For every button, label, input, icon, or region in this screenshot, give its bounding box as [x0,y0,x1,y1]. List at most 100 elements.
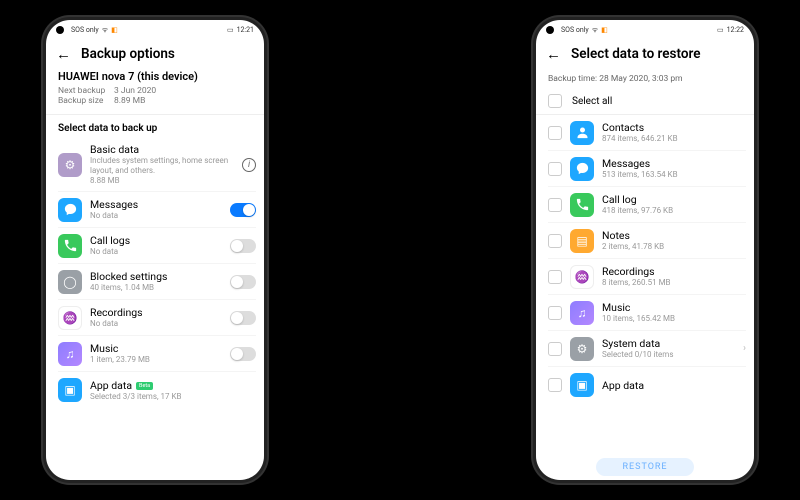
row-checkbox[interactable] [548,198,562,212]
music-icon: ♫ [570,301,594,325]
section-title: Select data to back up [46,115,264,138]
row-title: Recordings [90,306,222,319]
messages-icon [570,157,594,181]
row-title: Messages [602,157,746,170]
row-checkbox[interactable] [548,162,562,176]
clock-label: 12:22 [727,26,744,34]
row-notes[interactable]: ▤ Notes 2 items, 41.78 KB [548,223,746,259]
row-call-logs[interactable]: Call logs No data [58,228,256,264]
select-all-label: Select all [572,96,612,107]
row-music[interactable]: ♫ Music 10 items, 165.42 MB [548,295,746,331]
back-icon[interactable]: ← [546,47,561,62]
phone-icon [58,234,82,258]
row-sub: No data [90,319,222,329]
row-title: Call log [602,193,746,206]
row-title: Call logs [90,234,222,247]
restore-data-screen: SOS onlyᯤ◧ ▭12:22 ← Select data to resto… [536,20,754,480]
header: ← Backup options [46,40,264,70]
app-data-icon: ▣ [58,378,82,402]
settings-icon: ⚙ [58,153,82,177]
chevron-right-icon: › [743,343,746,354]
row-checkbox[interactable] [548,126,562,140]
row-basic-data[interactable]: ⚙ Basic data Includes system settings, h… [58,138,256,192]
row-sub: Includes system settings, home screen la… [90,156,234,176]
clock-label: 12:21 [237,26,254,34]
row-app-data[interactable]: ▣ App data [548,367,746,403]
next-backup-label: Next backup [58,86,110,96]
recordings-icon: ♒ [58,306,82,330]
messages-toggle[interactable] [230,203,256,217]
row-title: Messages [90,198,222,211]
row-title: System data [602,337,735,350]
row-size: 8.88 MB [90,176,234,186]
system-data-icon: ⚙ [570,337,594,361]
select-all-row[interactable]: Select all [536,90,754,115]
status-bar: SOS onlyᯤ◧ ▭12:22 [536,20,754,40]
beta-badge: Beta [136,382,153,390]
row-music[interactable]: ♫ Music 1 item, 23.79 MB [58,336,256,372]
contacts-icon [570,121,594,145]
backup-options-screen: SOS onlyᯤ◧ ▭12:21 ← Backup options HUAWE… [46,20,264,480]
row-contacts[interactable]: Contacts 874 items, 646.21 KB [548,115,746,151]
front-camera-icon [56,26,64,34]
page-title: Select data to restore [571,46,701,62]
row-title: Music [602,301,746,314]
notes-icon: ▤ [570,229,594,253]
restore-button[interactable]: RESTORE [596,458,693,476]
row-blocked-settings[interactable]: ◯ Blocked settings 40 items, 1.04 MB [58,264,256,300]
row-recordings[interactable]: ♒ Recordings No data [58,300,256,336]
page-title: Backup options [81,46,175,62]
row-sub: 2 items, 41.78 KB [602,242,746,252]
row-sub: 8 items, 260.51 MB [602,278,746,288]
row-checkbox[interactable] [548,234,562,248]
row-checkbox[interactable] [548,270,562,284]
recordings-toggle[interactable] [230,311,256,325]
row-sub: 1 item, 23.79 MB [90,355,222,365]
info-icon[interactable]: i [242,158,256,172]
music-toggle[interactable] [230,347,256,361]
app-data-icon: ▣ [570,373,594,397]
front-camera-icon [546,26,554,34]
row-sub: 40 items, 1.04 MB [90,283,222,293]
backup-list: ⚙ Basic data Includes system settings, h… [46,138,264,408]
row-sub: 10 items, 165.42 MB [602,314,746,324]
row-sub: Selected 3/3 items, 17 KB [90,392,256,402]
device-summary: HUAWEI nova 7 (this device) Next backup3… [46,70,264,115]
row-checkbox[interactable] [548,306,562,320]
header: ← Select data to restore [536,40,754,70]
row-sub: Selected 0/10 items [602,350,735,360]
row-sub: No data [90,247,222,257]
phone-icon [570,193,594,217]
row-recordings[interactable]: ♒ Recordings 8 items, 260.51 MB [548,259,746,295]
wifi-icon: ᯤ [592,26,598,35]
select-all-checkbox[interactable] [548,94,562,108]
messages-icon [58,198,82,222]
row-sub: No data [90,211,222,221]
call-logs-toggle[interactable] [230,239,256,253]
row-checkbox[interactable] [548,378,562,392]
backup-size-label: Backup size [58,96,110,106]
carrier-label: SOS only [561,26,589,34]
battery-icon: ▭ [717,26,724,34]
blocked-toggle[interactable] [230,275,256,289]
backup-time-label: Backup time: 28 May 2020, 3:03 pm [536,70,754,90]
row-sub: 874 items, 646.21 KB [602,134,746,144]
wifi-icon: ᯤ [102,26,108,35]
battery-icon: ▭ [227,26,234,34]
back-icon[interactable]: ← [56,47,71,62]
device-name: HUAWEI nova 7 (this device) [58,70,252,83]
restore-list: Contacts 874 items, 646.21 KB Messages 5… [536,115,754,433]
row-title: Recordings [602,265,746,278]
music-icon: ♫ [58,342,82,366]
row-messages[interactable]: Messages 513 items, 163.54 KB [548,151,746,187]
row-call-log[interactable]: Call log 418 items, 97.76 KB [548,187,746,223]
row-messages[interactable]: Messages No data [58,192,256,228]
row-system-data[interactable]: ⚙ System data Selected 0/10 items › [548,331,746,367]
row-title: App data [602,379,746,392]
row-title: App dataBeta [90,379,256,392]
row-app-data[interactable]: ▣ App dataBeta Selected 3/3 items, 17 KB [58,372,256,408]
carrier-label: SOS only [71,26,99,34]
row-checkbox[interactable] [548,342,562,356]
row-title: Contacts [602,121,746,134]
row-title: Music [90,342,222,355]
